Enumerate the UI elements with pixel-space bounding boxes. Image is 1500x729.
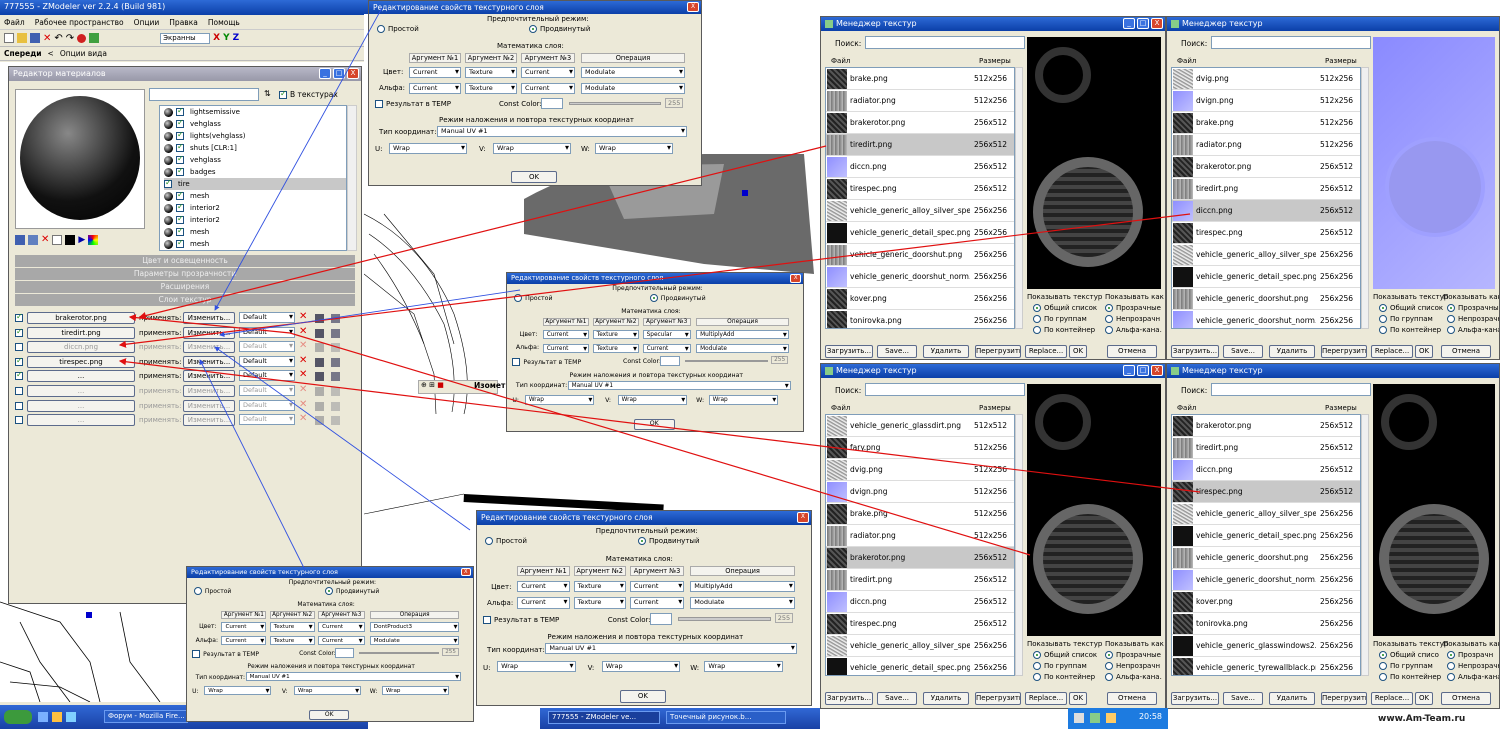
taskbar-item-paint[interactable]: Точечный рисунок.b... (666, 711, 786, 724)
tray-icon[interactable] (1074, 713, 1084, 723)
tray-clock: 20:58 (1138, 712, 1162, 721)
tray-icon[interactable] (1106, 713, 1116, 723)
arrow-blue-2 (219, 289, 521, 338)
arrow-brakerotor (128, 314, 1031, 556)
arrow-diccn (118, 213, 1191, 348)
taskbar-middle: 777555 - ZModeler ve... Точечный рисунок… (540, 708, 820, 729)
screenshot-root: 777555 - ZModeler ver 2.2.4 (Build 981) … (0, 0, 1500, 729)
watermark: www.Am-Team.ru (1378, 714, 1466, 724)
tray-icon[interactable] (1090, 713, 1100, 723)
arrow-tiredirt (138, 145, 827, 320)
arrow-blue-1 (214, 7, 383, 311)
arrow-tirespec (118, 358, 1201, 493)
taskbar-item-zmodeler[interactable]: 777555 - ZModeler ve... (548, 711, 660, 724)
tray: 20:58 (1068, 708, 1168, 729)
arrow-blue-4 (199, 359, 306, 571)
annotation-arrows (118, 7, 1201, 571)
arrow-blue-3 (214, 346, 471, 531)
